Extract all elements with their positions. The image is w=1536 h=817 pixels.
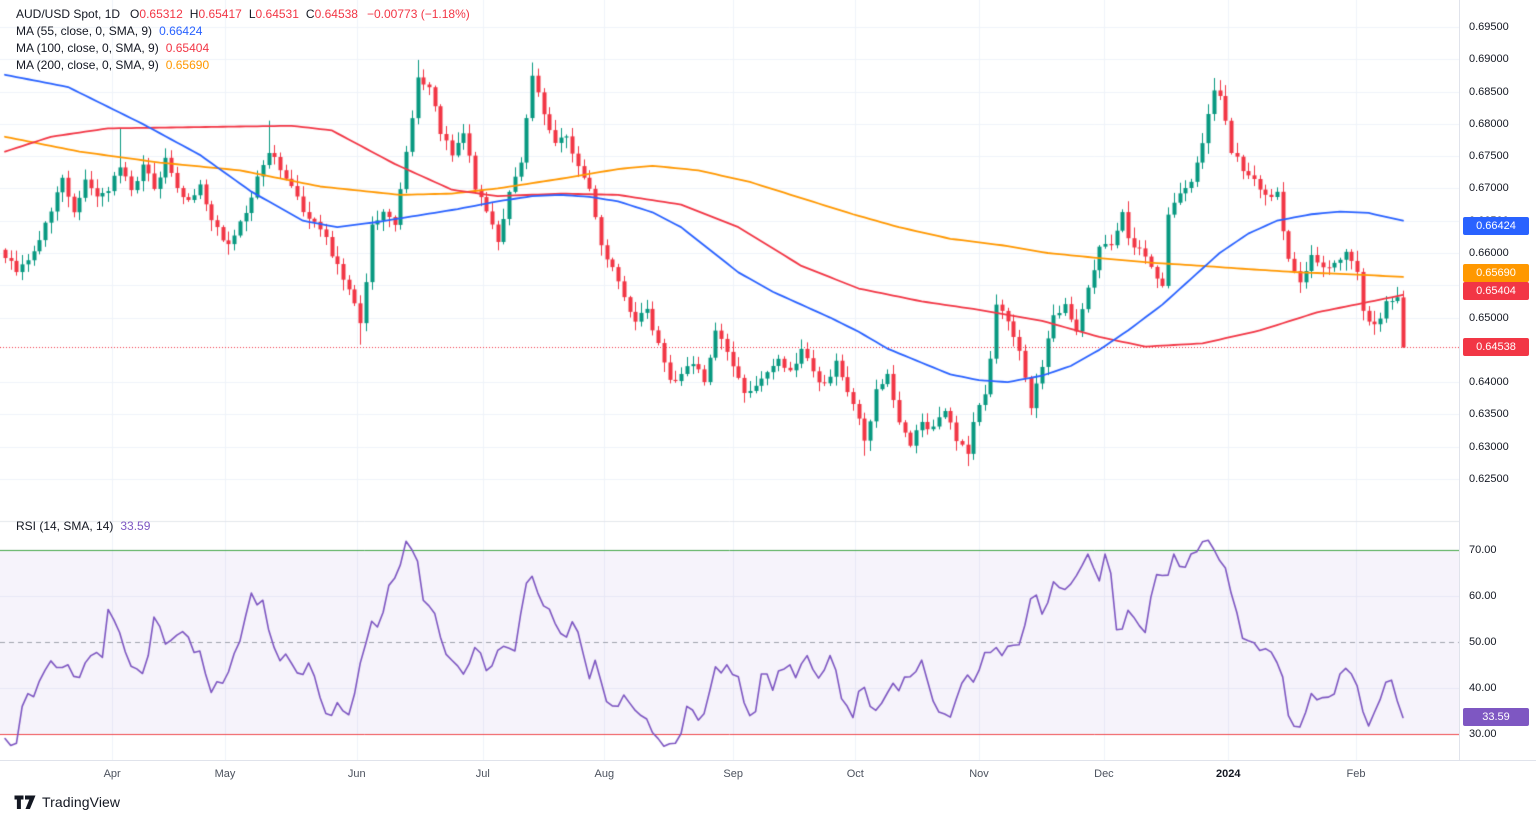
ma200-price-label: 0.65690: [1463, 264, 1529, 282]
price-tick: 0.62500: [1469, 472, 1509, 485]
rsi-value-label: 33.59: [1463, 708, 1529, 727]
rsi-value: 33.59: [120, 519, 151, 533]
time-tick-feb: Feb: [1346, 768, 1366, 780]
rsi-tick: 70.00: [1469, 543, 1497, 556]
price-tick: 0.67000: [1469, 182, 1509, 195]
chart-canvas[interactable]: [0, 0, 1459, 788]
price-tick: 0.69500: [1469, 21, 1509, 33]
change-value: −0.00773 (−1.18%): [366, 7, 470, 21]
open-value: O0.65312: [130, 7, 183, 21]
time-tick-may: May: [214, 768, 236, 780]
rsi-tick: 30.00: [1469, 728, 1497, 740]
low-value: L0.64531: [248, 7, 299, 21]
tradingview-logo-text: TradingView: [42, 794, 121, 810]
rsi-tick: 60.00: [1469, 589, 1497, 602]
time-tick-apr: Apr: [103, 768, 121, 780]
price-tick: 0.63500: [1469, 408, 1509, 421]
time-tick-nov: Nov: [969, 768, 989, 780]
tradingview-chart: AUD/USD Spot, 1D O0.65312 H0.65417 L0.64…: [0, 0, 1536, 817]
ma100-label[interactable]: MA (100, close, 0, SMA, 9): [16, 41, 159, 55]
price-tick: 0.69000: [1469, 53, 1509, 66]
ma55-label[interactable]: MA (55, close, 0, SMA, 9): [16, 24, 152, 38]
rsi-tick: 50.00: [1469, 635, 1497, 648]
price-tick: 0.67500: [1469, 150, 1509, 163]
close-value: C0.64538: [305, 7, 358, 21]
symbol-legend: AUD/USD Spot, 1D O0.65312 H0.65417 L0.64…: [16, 7, 470, 75]
time-tick-jul: Jul: [475, 768, 490, 780]
ma200-legend-row: MA (200, close, 0, SMA, 9) 0.65690: [16, 58, 470, 72]
price-axis[interactable]: 0.69500 0.69000 0.68500 0.68000 0.67500 0.670…: [1459, 0, 1536, 760]
symbol-title-row: AUD/USD Spot, 1D O0.65312 H0.65417 L0.64…: [16, 7, 470, 21]
rsi-legend-row: RSI (14, SMA, 14) 33.59: [16, 519, 150, 533]
ma100-legend-row: MA (100, close, 0, SMA, 9) 0.65404: [16, 41, 470, 55]
rsi-label[interactable]: RSI (14, SMA, 14): [16, 519, 113, 533]
time-axis[interactable]: Apr May Jun Jul Aug Sep Oct Nov Dec 2024 Feb: [0, 760, 1536, 789]
ma55-legend-row: MA (55, close, 0, SMA, 9) 0.66424: [16, 24, 470, 38]
rsi-legend: RSI (14, SMA, 14) 33.59: [16, 519, 150, 536]
ma55-value: 0.66424: [159, 24, 203, 38]
ma200-value: 0.65690: [165, 58, 210, 72]
ma100-price-label: 0.65404: [1463, 282, 1529, 301]
time-tick-oct: Oct: [846, 768, 864, 780]
last-price-label: 0.64538: [1463, 338, 1529, 357]
time-tick-sep: Sep: [723, 768, 744, 780]
time-tick-dec: Dec: [1094, 768, 1114, 780]
ma100-value: 0.65404: [165, 41, 210, 55]
time-tick-2024: 2024: [1215, 768, 1241, 780]
tradingview-watermark[interactable]: TradingView: [14, 794, 120, 810]
price-tick: 0.68500: [1469, 85, 1509, 98]
price-tick: 0.64000: [1469, 376, 1509, 389]
time-tick-aug: Aug: [594, 768, 615, 780]
ma200-label[interactable]: MA (200, close, 0, SMA, 9): [16, 58, 159, 72]
symbol-title[interactable]: AUD/USD Spot, 1D: [16, 7, 120, 21]
time-tick-jun: Jun: [347, 768, 366, 780]
ma55-price-label: 0.66424: [1463, 216, 1529, 235]
price-tick: 0.66000: [1469, 246, 1509, 259]
price-tick: 0.65000: [1469, 311, 1509, 324]
tradingview-logo-icon: [14, 795, 36, 809]
price-tick: 0.68000: [1469, 117, 1509, 130]
rsi-tick: 40.00: [1469, 681, 1497, 694]
high-value: H0.65417: [189, 7, 242, 21]
price-tick: 0.63000: [1469, 440, 1509, 453]
